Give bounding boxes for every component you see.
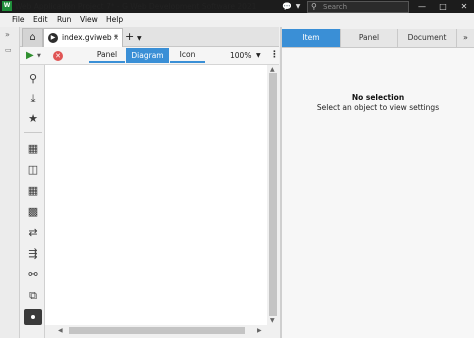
more-options-icon[interactable]: ⋮ [270,48,279,63]
menu-view[interactable]: View [80,13,98,27]
swap-icon[interactable]: ⇄ [25,226,41,240]
home-icon: ⌂ [29,32,36,43]
app-logo-icon: W [2,1,12,11]
close-button[interactable]: ✕ [458,1,470,12]
minimize-button[interactable]: — [416,1,428,12]
run-button[interactable]: ▶ [26,48,34,63]
run-dropdown-icon[interactable]: ▼ [37,50,41,62]
collapse-panel-icon[interactable]: » [457,29,474,47]
close-tab-icon[interactable]: × [113,29,119,47]
download-icon[interactable]: ⤓ [25,92,41,106]
connect-icon[interactable]: ⚯ [25,268,41,282]
no-selection-hint: Select an object to view settings [316,103,440,112]
add-tab-dropdown-icon[interactable]: ▼ [137,31,142,47]
menu-help[interactable]: Help [106,13,123,27]
tab-panel-properties[interactable]: Panel [341,29,398,47]
star-icon[interactable]: ★ [25,112,41,126]
abort-button[interactable]: ✕ [53,51,63,61]
save-icon[interactable]: ▦ [25,142,41,156]
split-icon[interactable]: ⇶ [25,247,41,261]
tab-icon[interactable]: Icon [170,48,205,63]
structure-icon[interactable]: ▩ [25,205,41,219]
maximize-button[interactable]: □ [437,1,449,12]
vertical-scroll-thumb[interactable] [269,73,277,316]
properties-body [282,48,474,338]
diagram-canvas[interactable] [45,65,267,325]
no-selection-title: No selection [351,93,405,102]
expand-panel-icon[interactable]: » [5,30,10,39]
tab-panel[interactable]: Panel [89,48,125,63]
palette-divider [24,132,42,133]
pages-icon[interactable]: ▭ [5,46,12,54]
import-icon[interactable]: ◫ [25,163,41,177]
horizontal-scroll-thumb[interactable] [69,327,245,334]
scroll-down-icon[interactable]: ▼ [270,317,275,325]
search-placeholder: Search [323,3,348,11]
node-icon[interactable] [24,309,42,325]
copy-icon[interactable]: ⧉ [25,289,41,303]
search-icon: ⚲ [311,2,317,11]
chevron-down-icon[interactable]: ▼ [292,1,304,12]
home-tab[interactable]: ⌂ [22,28,43,47]
menu-run[interactable]: Run [57,13,71,27]
document-tab[interactable]: ▶ index.gviweb * × [43,28,123,48]
document-tab-label: index.gviweb * [62,33,118,42]
zoom-level[interactable]: 100% [230,48,251,63]
tab-diagram[interactable]: Diagram [126,48,169,63]
zoom-dropdown-icon[interactable]: ▼ [256,49,261,63]
menu-file[interactable]: File [12,13,25,27]
search-icon[interactable]: ⚲ [25,72,41,86]
scroll-left-icon[interactable]: ◀ [58,327,63,335]
search-input[interactable]: ⚲ Search [307,1,409,13]
scroll-right-icon[interactable]: ▶ [257,327,262,335]
grid-icon[interactable]: ▦ [25,184,41,198]
tab-item[interactable]: Item [282,29,341,47]
add-tab-button[interactable]: + [125,28,134,46]
project-files-strip [0,27,20,338]
gvi-file-icon: ▶ [48,33,58,43]
menu-edit[interactable]: Edit [33,13,48,27]
window-title: Web Application Project 7* - G Web Devel… [15,2,257,11]
tab-document[interactable]: Document [398,29,457,47]
